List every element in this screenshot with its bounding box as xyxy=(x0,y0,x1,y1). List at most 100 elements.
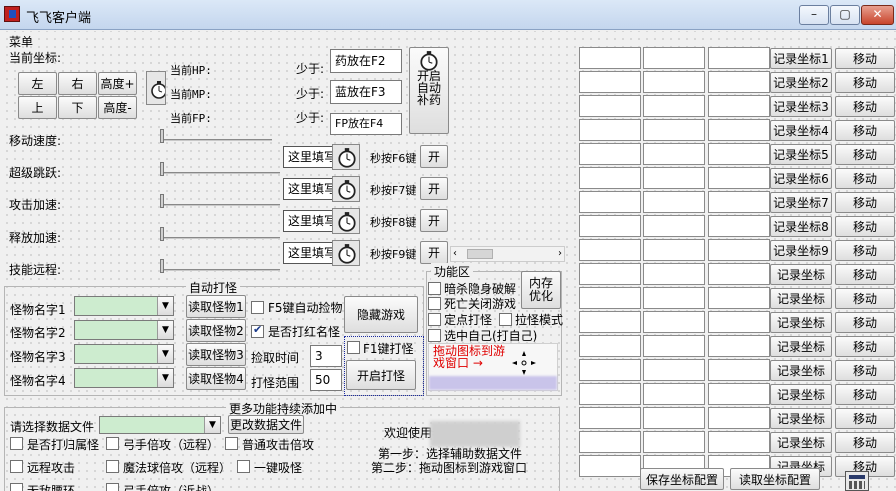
death-close-checkbox[interactable] xyxy=(428,297,441,310)
coord-cell[interactable] xyxy=(643,311,705,333)
invincible-belt-checkbox[interactable] xyxy=(10,483,23,491)
hit-red-checkbox[interactable] xyxy=(251,323,264,338)
calculator-icon[interactable] xyxy=(845,471,869,491)
archer-multiplier-ranged-checkbox[interactable] xyxy=(106,437,119,450)
super-jump-slider[interactable] xyxy=(160,162,280,176)
f5-pickup-checkbox[interactable] xyxy=(251,301,264,314)
slider-thumb[interactable] xyxy=(160,129,164,143)
up-button[interactable]: 上 xyxy=(18,96,57,119)
coord-cell[interactable] xyxy=(579,287,641,309)
coord-cell[interactable] xyxy=(579,95,641,117)
data-file-select[interactable]: ▼ xyxy=(99,416,221,434)
coord-cell[interactable] xyxy=(708,287,770,309)
move-button-6[interactable]: 移动 xyxy=(835,168,895,189)
chevron-down-icon[interactable]: ▼ xyxy=(157,369,173,387)
pull-mode-checkbox[interactable] xyxy=(499,313,512,326)
record-coord-button-16[interactable]: 记录坐标 xyxy=(770,408,832,429)
ranged-attack-checkbox[interactable] xyxy=(10,460,23,473)
slider-thumb[interactable] xyxy=(160,259,164,273)
read-monster-3-button[interactable]: 读取怪物3 xyxy=(186,343,246,366)
coord-cell[interactable] xyxy=(708,407,770,429)
move-button-16[interactable]: 移动 xyxy=(835,408,895,429)
coord-cell[interactable] xyxy=(643,359,705,381)
move-button-7[interactable]: 移动 xyxy=(835,192,895,213)
scroll-thumb[interactable] xyxy=(467,249,493,259)
hide-game-button[interactable]: 隐藏游戏 xyxy=(344,296,418,333)
chevron-down-icon[interactable]: ▼ xyxy=(157,297,173,315)
slider-thumb[interactable] xyxy=(160,194,164,208)
move-speed-slider[interactable] xyxy=(160,129,272,143)
hotkey-f8-toggle[interactable]: 开 xyxy=(420,209,448,232)
record-coord-button-14[interactable]: 记录坐标 xyxy=(770,360,832,381)
close-button[interactable]: ✕ xyxy=(861,5,894,25)
cast-speed-slider[interactable] xyxy=(160,227,280,241)
coord-cell[interactable] xyxy=(579,431,641,453)
record-coord-button-17[interactable]: 记录坐标 xyxy=(770,432,832,453)
height-down-button[interactable]: 高度- xyxy=(98,96,137,119)
coord-cell[interactable] xyxy=(708,359,770,381)
chevron-down-icon[interactable]: ▼ xyxy=(157,321,173,339)
coord-cell[interactable] xyxy=(643,263,705,285)
move-button-11[interactable]: 移动 xyxy=(835,288,895,309)
coord-cell[interactable] xyxy=(643,335,705,357)
coord-cell[interactable] xyxy=(643,119,705,141)
monster-select-3[interactable]: ▼ xyxy=(74,344,174,364)
hotkey-f9-toggle[interactable]: 开 xyxy=(420,241,448,264)
hit-owned-checkbox[interactable] xyxy=(10,437,23,450)
potion-fp-input[interactable]: FP放在F4 xyxy=(330,113,402,135)
record-coord-button-7[interactable]: 记录坐标7 xyxy=(770,192,832,213)
maximize-button[interactable]: ▢ xyxy=(830,5,860,25)
move-button-17[interactable]: 移动 xyxy=(835,432,895,453)
coord-cell[interactable] xyxy=(579,335,641,357)
drag-target-area[interactable]: 拖动图标到游 戏窗口 → xyxy=(428,343,558,391)
fixed-point-checkbox[interactable] xyxy=(428,313,441,326)
hotkey-f8-input[interactable]: 这里填写 xyxy=(283,210,333,232)
slider-thumb[interactable] xyxy=(160,227,164,241)
monster-select-1[interactable]: ▼ xyxy=(74,296,174,316)
range-input[interactable]: 50 xyxy=(310,369,342,391)
scroll-left-icon[interactable]: ‹ xyxy=(453,248,457,259)
select-self-checkbox[interactable] xyxy=(428,329,441,342)
record-coord-button-15[interactable]: 记录坐标 xyxy=(770,384,832,405)
record-coord-button-9[interactable]: 记录坐标9 xyxy=(770,240,832,261)
record-coord-button-12[interactable]: 记录坐标 xyxy=(770,312,832,333)
chevron-down-icon[interactable]: ▼ xyxy=(157,345,173,363)
coord-cell[interactable] xyxy=(579,359,641,381)
save-config-button[interactable]: 保存坐标配置 xyxy=(640,468,724,490)
coord-cell[interactable] xyxy=(579,167,641,189)
coord-cell[interactable] xyxy=(643,167,705,189)
coord-cell[interactable] xyxy=(643,431,705,453)
chevron-down-icon[interactable]: ▼ xyxy=(204,417,220,433)
attack-speed-slider[interactable] xyxy=(160,194,280,208)
coord-cell[interactable] xyxy=(579,311,641,333)
coord-cell[interactable] xyxy=(708,383,770,405)
record-coord-button-1[interactable]: 记录坐标1 xyxy=(770,48,832,69)
coord-cell[interactable] xyxy=(579,47,641,69)
height-up-button[interactable]: 高度+ xyxy=(98,72,137,95)
modify-file-button[interactable]: 更改数据文件 xyxy=(228,415,304,434)
skill-range-slider[interactable] xyxy=(160,259,280,273)
coord-cell[interactable] xyxy=(708,191,770,213)
record-coord-button-3[interactable]: 记录坐标3 xyxy=(770,96,832,117)
read-monster-4-button[interactable]: 读取怪物4 xyxy=(186,367,246,390)
coord-cell[interactable] xyxy=(643,215,705,237)
move-button-10[interactable]: 移动 xyxy=(835,264,895,285)
archer-multiplier-melee-checkbox[interactable] xyxy=(106,483,119,491)
coord-cell[interactable] xyxy=(579,143,641,165)
coord-cell[interactable] xyxy=(643,239,705,261)
coord-cell[interactable] xyxy=(643,287,705,309)
move-button-8[interactable]: 移动 xyxy=(835,216,895,237)
minimize-button[interactable]: – xyxy=(799,5,829,25)
move-button-12[interactable]: 移动 xyxy=(835,312,895,333)
one-key-pull-checkbox[interactable] xyxy=(237,460,250,473)
record-coord-button-2[interactable]: 记录坐标2 xyxy=(770,72,832,93)
hotkey-f7-toggle[interactable]: 开 xyxy=(420,177,448,200)
slider-thumb[interactable] xyxy=(160,162,164,176)
coord-cell[interactable] xyxy=(708,167,770,189)
potion-mp-input[interactable]: 蓝放在F3 xyxy=(330,80,402,104)
right-button[interactable]: 右 xyxy=(58,72,97,95)
coord-cell[interactable] xyxy=(579,119,641,141)
coord-cell[interactable] xyxy=(643,383,705,405)
record-coord-button-11[interactable]: 记录坐标 xyxy=(770,288,832,309)
monster-select-4[interactable]: ▼ xyxy=(74,368,174,388)
